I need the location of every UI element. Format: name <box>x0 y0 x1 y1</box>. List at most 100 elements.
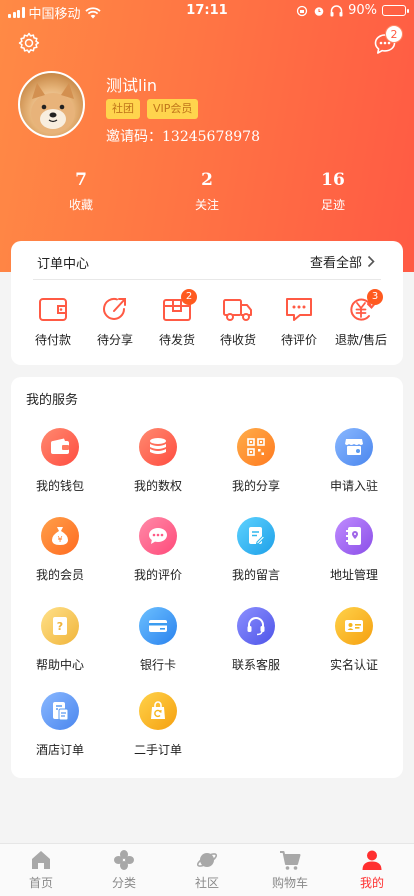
qrcode-icon <box>237 428 275 466</box>
avatar[interactable] <box>18 71 85 138</box>
share-icon <box>103 297 126 320</box>
planet-icon <box>196 853 218 867</box>
tab-category[interactable]: 分类 <box>94 849 154 891</box>
order-label: 待评价 <box>280 333 317 347</box>
service-hotel-orders[interactable]: 酒店订单 <box>20 692 100 758</box>
order-badge: 2 <box>181 289 197 305</box>
stat-footprints[interactable]: 16 足迹 <box>288 170 378 213</box>
battery-percent: 90% <box>348 3 377 18</box>
service-label: 我的数权 <box>133 479 182 493</box>
cart-icon <box>280 851 301 870</box>
hotel-order-icon <box>41 692 79 730</box>
order-center-card: 订单中心 查看全部 待付款 待分享 2 待发货 待收货 待评价 3 退款/售后 <box>11 241 403 365</box>
tab-home[interactable]: 首页 <box>11 849 71 891</box>
bank-card-icon <box>139 607 177 645</box>
id-card-icon <box>335 607 373 645</box>
service-real-name-auth[interactable]: 实名认证 <box>314 607 394 673</box>
bottom-tab-bar: 首页 分类 社区 购物车 我的 <box>0 843 414 896</box>
order-badge: 3 <box>367 289 383 305</box>
service-label: 二手订单 <box>133 743 182 757</box>
view-all-orders-link[interactable]: 查看全部 <box>310 252 375 271</box>
services-title: 我的服务 <box>26 393 79 408</box>
tab-label: 社区 <box>194 876 219 890</box>
invite-code-row[interactable]: 邀请码：13245678978 <box>106 126 260 146</box>
secondhand-icon <box>139 692 177 730</box>
settings-gear-icon[interactable] <box>17 31 41 55</box>
message-badge: 2 <box>385 25 403 43</box>
tab-label: 分类 <box>111 876 136 890</box>
service-help[interactable]: ? 帮助中心 <box>20 607 100 673</box>
tab-label: 我的 <box>359 876 384 890</box>
user-icon <box>362 850 382 870</box>
headphones-icon <box>330 4 343 16</box>
store-icon <box>335 428 373 466</box>
service-address[interactable]: 地址管理 <box>314 517 394 583</box>
service-label: 实名认证 <box>329 658 378 672</box>
service-reviews[interactable]: 我的评价 <box>118 517 198 583</box>
service-secondhand-orders[interactable]: 二手订单 <box>118 692 198 758</box>
status-bar: 中国移动 17:11 90% <box>0 0 414 24</box>
invite-code: 13245678978 <box>162 129 260 145</box>
battery-icon <box>382 5 409 16</box>
database-icon <box>139 428 177 466</box>
tab-community[interactable]: 社区 <box>177 849 237 891</box>
service-customer-support[interactable]: 联系客服 <box>216 607 296 673</box>
home-icon <box>32 851 50 869</box>
order-label: 待收货 <box>219 333 256 347</box>
stat-value: 7 <box>75 170 87 190</box>
service-share[interactable]: 我的分享 <box>216 428 296 494</box>
service-bank-card[interactable]: 银行卡 <box>118 607 198 673</box>
order-pending-shipment[interactable]: 2 待发货 <box>147 289 207 348</box>
service-label: 我的钱包 <box>35 479 84 493</box>
service-membership[interactable]: ¥ 我的会员 <box>20 517 100 583</box>
order-label: 待发货 <box>158 333 195 347</box>
chevron-right-icon <box>367 255 375 268</box>
order-pending-share[interactable]: 待分享 <box>85 295 145 348</box>
service-messages[interactable]: 我的留言 <box>216 517 296 583</box>
tab-label: 首页 <box>28 876 53 890</box>
order-label: 退款/售后 <box>334 333 388 347</box>
tab-label: 购物车 <box>271 876 308 890</box>
order-center-title: 订单中心 <box>37 257 90 272</box>
stat-following[interactable]: 2 关注 <box>162 170 252 213</box>
tag-club: 社团 <box>106 99 140 119</box>
wallet-icon <box>41 428 79 466</box>
divider <box>33 279 381 280</box>
service-label: 我的评价 <box>133 568 182 582</box>
order-pending-payment[interactable]: 待付款 <box>23 295 83 348</box>
note-icon <box>237 517 275 555</box>
svg-text:?: ? <box>57 620 63 633</box>
wallet-icon <box>39 298 67 321</box>
category-icon <box>114 850 134 870</box>
view-all-label: 查看全部 <box>309 256 362 271</box>
stat-favorites[interactable]: 7 收藏 <box>36 170 126 213</box>
service-label: 地址管理 <box>329 568 378 582</box>
lock-rotation-icon <box>296 5 308 16</box>
service-label: 我的会员 <box>35 568 84 582</box>
tab-cart[interactable]: 购物车 <box>260 849 320 891</box>
order-refund-aftersale[interactable]: 3 退款/售后 <box>331 289 391 348</box>
service-data-rights[interactable]: 我的数权 <box>118 428 198 494</box>
my-services-card: 我的服务 我的钱包 我的数权 我的分享 申请入驻 ¥ 我的会员 我的评价 我的留… <box>11 377 403 778</box>
order-label: 待分享 <box>96 333 133 347</box>
alarm-icon <box>314 6 324 16</box>
service-wallet[interactable]: 我的钱包 <box>20 428 100 494</box>
username: 测试lin <box>106 76 158 95</box>
stat-label: 收藏 <box>68 198 93 212</box>
truck-icon <box>223 299 252 321</box>
comment-icon <box>286 298 312 321</box>
service-label: 申请入驻 <box>329 479 378 493</box>
stat-value: 2 <box>201 170 213 190</box>
service-label: 银行卡 <box>139 658 176 672</box>
stat-value: 16 <box>321 170 345 190</box>
service-label: 联系客服 <box>231 658 280 672</box>
order-pending-receipt[interactable]: 待收货 <box>208 295 268 348</box>
tab-mine[interactable]: 我的 <box>342 849 402 891</box>
order-pending-review[interactable]: 待评价 <box>269 295 329 348</box>
service-label: 帮助中心 <box>35 658 84 672</box>
tag-vip: VIP会员 <box>147 99 199 119</box>
service-apply-settle[interactable]: 申请入驻 <box>314 428 394 494</box>
status-right: 90% <box>296 3 409 18</box>
stat-label: 关注 <box>194 198 219 212</box>
svg-text:¥: ¥ <box>57 535 62 544</box>
